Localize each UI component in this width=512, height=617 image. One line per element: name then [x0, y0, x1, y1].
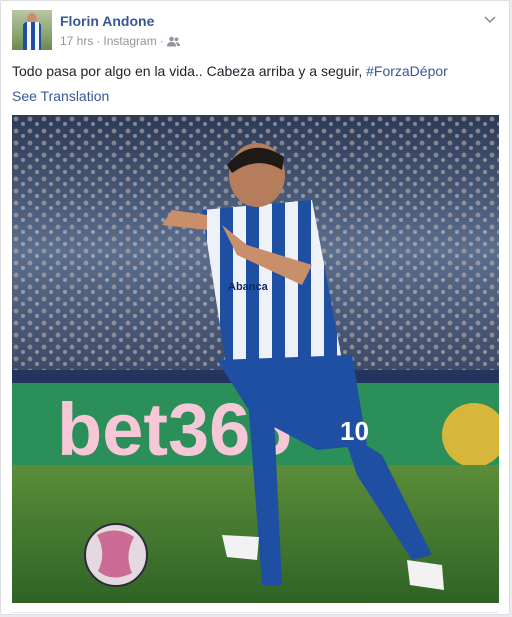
hashtag-link[interactable]: #ForzaDépor: [366, 63, 448, 79]
avatar[interactable]: [12, 10, 52, 50]
post-photo[interactable]: bet365 10 Abanca: [12, 115, 499, 603]
meta-separator: ·: [96, 34, 101, 48]
post-source: Instagram: [103, 34, 157, 48]
chest-sponsor: Abanca: [228, 281, 269, 293]
chevron-down-icon[interactable]: [483, 12, 497, 26]
shirt-number: 10: [340, 416, 369, 446]
post-text: Todo pasa por algo en la vida.. Cabeza a…: [12, 62, 498, 81]
friends-icon[interactable]: [166, 36, 180, 47]
post-meta: 17 hrs · Instagram ·: [60, 34, 180, 48]
post-time[interactable]: 17 hrs: [60, 34, 93, 48]
meta-separator-2: ·: [159, 34, 164, 48]
see-translation-link[interactable]: See Translation: [12, 88, 109, 104]
post-header: Florin Andone 17 hrs · Instagram ·: [12, 10, 499, 54]
post-card: Florin Andone 17 hrs · Instagram · Todo …: [0, 0, 510, 615]
post-text-body: Todo pasa por algo en la vida.. Cabeza a…: [12, 63, 367, 79]
avatar-shirt: [23, 22, 41, 50]
bottom-divider: [12, 612, 498, 613]
photo-image: bet365 10 Abanca: [12, 115, 499, 603]
author-name[interactable]: Florin Andone: [60, 13, 154, 29]
